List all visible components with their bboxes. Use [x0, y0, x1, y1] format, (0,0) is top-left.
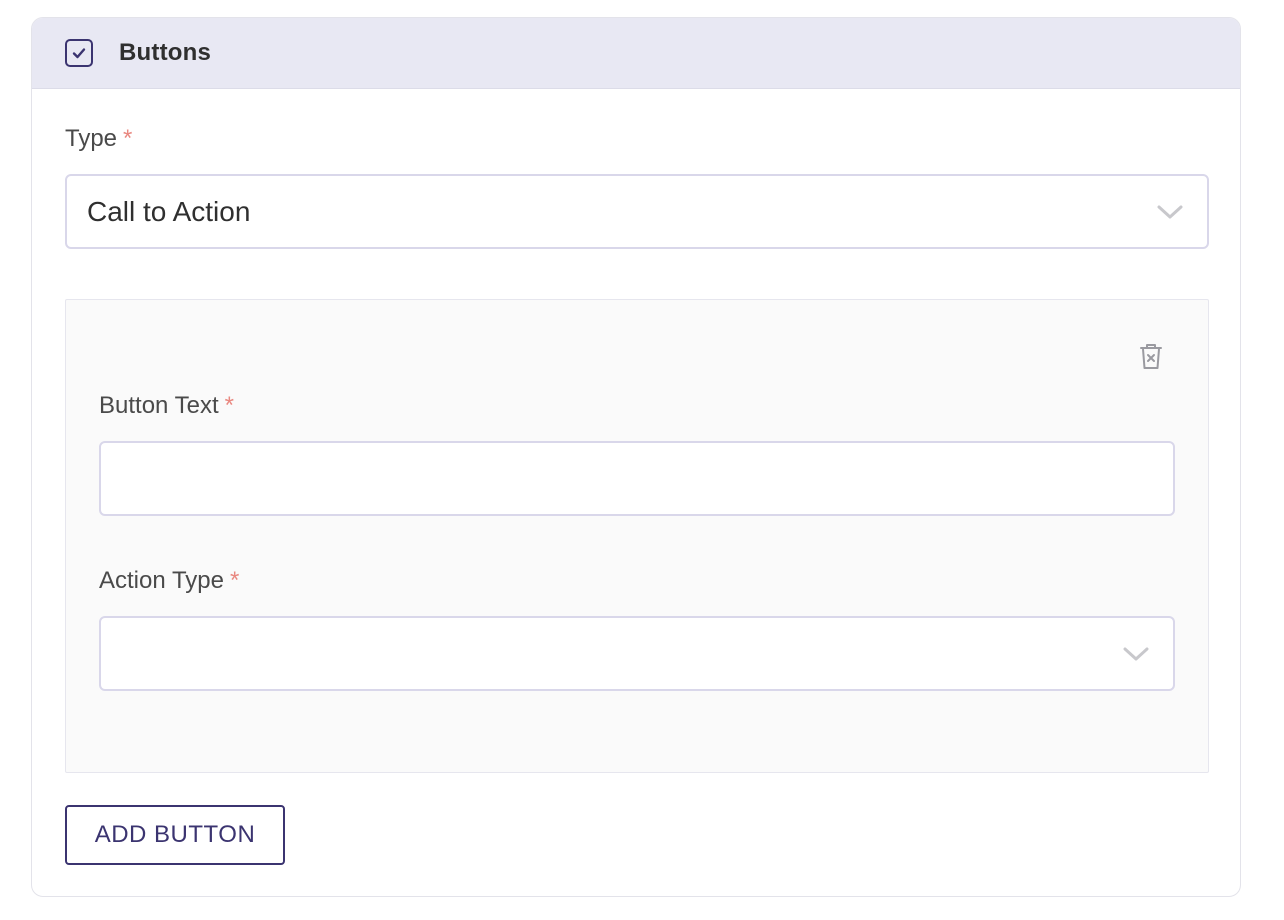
action-type-label: Action Type *	[99, 567, 239, 595]
button-text-label-text: Button Text	[99, 392, 219, 419]
type-select[interactable]: Call to Action	[65, 174, 1209, 249]
required-mark: *	[229, 567, 240, 594]
buttons-enable-checkbox[interactable]	[65, 39, 93, 67]
buttons-section-card: Buttons Type * Call to Action Button Text…	[31, 17, 1241, 897]
section-header: Buttons	[32, 18, 1240, 89]
add-button[interactable]: ADD BUTTON	[65, 805, 285, 865]
trash-icon[interactable]	[1138, 343, 1164, 371]
action-type-label-text: Action Type	[99, 567, 224, 594]
chevron-down-icon	[1123, 647, 1149, 660]
button-text-input[interactable]	[99, 441, 1175, 516]
section-title: Buttons	[119, 39, 212, 66]
chevron-down-icon	[1157, 205, 1183, 218]
required-mark: *	[224, 392, 234, 419]
type-label-text: Type	[65, 125, 118, 152]
action-type-select[interactable]	[99, 616, 1175, 691]
type-select-value: Call to Action	[87, 195, 251, 227]
required-mark: *	[123, 125, 133, 152]
type-label: Type *	[65, 125, 132, 153]
button-item: Button Text * Action Type *	[65, 299, 1209, 773]
check-icon	[72, 48, 86, 59]
button-text-label: Button Text *	[99, 392, 234, 420]
